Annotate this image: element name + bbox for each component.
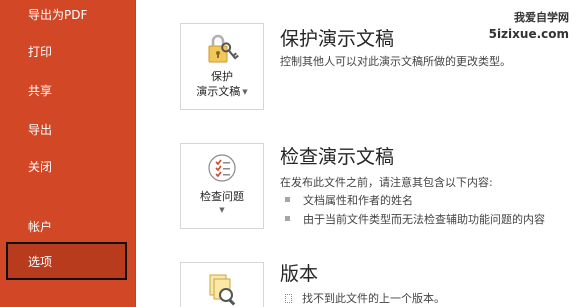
watermark-line-1: 我爱自学网 bbox=[514, 11, 569, 24]
bullet-square-icon bbox=[285, 216, 290, 221]
nav-close[interactable]: 关闭 bbox=[28, 159, 52, 175]
sidebar-divider bbox=[135, 0, 136, 307]
versions-title: 版本 bbox=[280, 263, 319, 285]
nav-export[interactable]: 导出 bbox=[28, 122, 52, 138]
nav-options[interactable]: 选项 bbox=[6, 242, 127, 280]
watermark-line-2: 5izixue.com bbox=[488, 27, 569, 41]
nav-options-label: 选项 bbox=[28, 255, 53, 269]
chevron-down-icon: ▼ bbox=[219, 206, 225, 214]
versions-item: 找不到此文件的上一个版本。 bbox=[285, 292, 445, 306]
check-issues-button[interactable]: 检查问题 ▼ bbox=[180, 143, 264, 229]
lock-key-icon bbox=[204, 32, 240, 72]
nav-account[interactable]: 帐户 bbox=[28, 219, 52, 235]
protect-title: 保护演示文稿 bbox=[280, 28, 395, 50]
chevron-down-icon: ▼ bbox=[242, 88, 248, 96]
protect-button-label-1: 保护 bbox=[211, 70, 233, 83]
protect-description: 控制其他人可以对此演示文稿所做的更改类型。 bbox=[280, 55, 511, 68]
inspect-bullet: 文档属性和作者的姓名 bbox=[285, 194, 413, 208]
check-issues-label: 检查问题 bbox=[200, 190, 244, 203]
nav-print[interactable]: 打印 bbox=[28, 44, 52, 60]
nav-share[interactable]: 共享 bbox=[28, 83, 52, 99]
checklist-icon bbox=[204, 152, 240, 192]
backstage-sidebar: 导出为PDF 打印 共享 导出 关闭 帐户 选项 bbox=[0, 0, 136, 307]
protect-button-label-2: 演示文稿 ▼ bbox=[196, 85, 248, 98]
manage-versions-button[interactable] bbox=[180, 262, 264, 307]
documents-magnifier-icon bbox=[204, 271, 240, 307]
watermark: 我爱自学网 5izixue.com bbox=[489, 10, 569, 42]
backstage-view: 导出为PDF 打印 共享 导出 关闭 帐户 选项 保护 演示文稿 ▼ 保护演示文… bbox=[0, 0, 577, 307]
bullet-square-icon bbox=[285, 197, 290, 202]
inspect-title: 检查演示文稿 bbox=[280, 146, 395, 168]
protect-presentation-button[interactable]: 保护 演示文稿 ▼ bbox=[180, 23, 264, 110]
nav-export-pdf[interactable]: 导出为PDF bbox=[28, 7, 87, 23]
inspect-bullet: 由于当前文件类型而无法检查辅助功能问题的内容 bbox=[285, 213, 545, 227]
document-icon bbox=[285, 294, 292, 303]
inspect-description: 在发布此文件之前，请注意其包含以下内容: bbox=[280, 176, 493, 189]
